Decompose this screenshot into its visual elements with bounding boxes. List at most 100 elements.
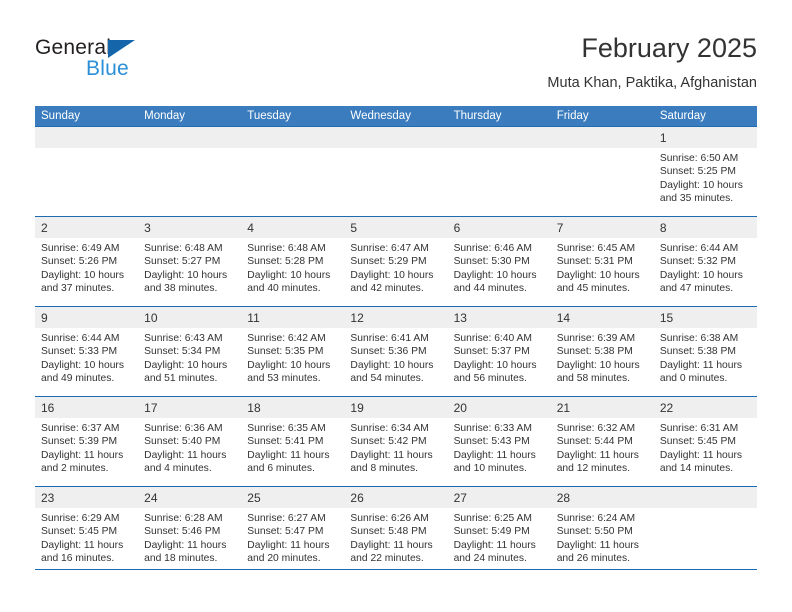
calendar-day-cell[interactable]: 20 Sunrise: 6:33 AM Sunset: 5:43 PM Dayligh… — [447, 396, 551, 487]
daylight-text-line2: and 14 minutes. — [659, 463, 734, 475]
calendar-day-cell[interactable]: 9 Sunrise: 6:44 AM Sunset: 5:33 PM Daylight… — [35, 306, 139, 397]
calendar-day-cell-empty — [653, 486, 757, 576]
day-number: 3 — [138, 217, 242, 238]
calendar-day-cell[interactable]: 12 Sunrise: 6:41 AM Sunset: 5:36 PM Dayligh… — [344, 306, 448, 397]
sunrise-text: Sunrise: 6:36 AM — [144, 423, 223, 434]
sunset-text: Sunset: 5:29 PM — [350, 256, 427, 268]
weekday-header-tuesday: Tuesday — [241, 106, 345, 127]
day-number — [344, 127, 448, 148]
calendar-day-cell[interactable]: 16 Sunrise: 6:37 AM Sunset: 5:39 PM Dayligh… — [35, 396, 139, 487]
sunrise-text: Sunrise: 6:43 AM — [144, 333, 223, 344]
calendar-day-cell[interactable]: 18 Sunrise: 6:35 AM Sunset: 5:41 PM Dayligh… — [241, 396, 345, 487]
day-details: Sunrise: 6:43 AM Sunset: 5:34 PM Daylight:… — [138, 328, 241, 386]
sunset-text: Sunset: 5:49 PM — [453, 526, 530, 538]
calendar-day-cell[interactable]: 7 Sunrise: 6:45 AM Sunset: 5:31 PM Daylight… — [550, 216, 654, 307]
calendar-day-cell[interactable]: 15 Sunrise: 6:38 AM Sunset: 5:38 PM Dayligh… — [653, 306, 757, 397]
calendar-day-cell[interactable]: 6 Sunrise: 6:46 AM Sunset: 5:30 PM Daylight… — [447, 216, 551, 307]
calendar-day-cell[interactable]: 26 Sunrise: 6:26 AM Sunset: 5:48 PM Dayligh… — [344, 486, 448, 576]
sunrise-text: Sunrise: 6:44 AM — [659, 243, 739, 254]
daylight-text-line2: and 51 minutes. — [144, 373, 218, 385]
day-details: Sunrise: 6:33 AM Sunset: 5:43 PM Daylight:… — [448, 418, 551, 476]
calendar-week-row: 9 Sunrise: 6:44 AM Sunset: 5:33 PM Daylight… — [35, 306, 757, 397]
sunrise-text: Sunrise: 6:26 AM — [350, 513, 429, 524]
calendar-day-cell[interactable]: 25 Sunrise: 6:27 AM Sunset: 5:47 PM Dayligh… — [241, 486, 345, 576]
daylight-text-line1: Daylight: 11 hours — [453, 449, 536, 461]
calendar-day-cell-empty — [241, 126, 345, 217]
daylight-text-line1: Daylight: 10 hours — [350, 269, 434, 281]
day-details: Sunrise: 6:28 AM Sunset: 5:46 PM Daylight:… — [138, 508, 241, 566]
sunrise-text: Sunrise: 6:39 AM — [556, 333, 636, 344]
calendar-day-cell[interactable]: 17 Sunrise: 6:36 AM Sunset: 5:40 PM Dayligh… — [138, 396, 242, 487]
day-number: 17 — [138, 397, 242, 418]
daylight-text-line1: Daylight: 11 hours — [556, 539, 639, 551]
calendar-day-cell-empty — [35, 126, 139, 217]
calendar-day-cell[interactable]: 11 Sunrise: 6:42 AM Sunset: 5:35 PM Dayligh… — [241, 306, 345, 397]
sunset-text: Sunset: 5:42 PM — [350, 436, 427, 448]
day-number: 13 — [447, 307, 551, 328]
sunset-text: Sunset: 5:27 PM — [144, 256, 221, 268]
general-blue-logo: General Blue — [35, 36, 235, 88]
day-number: 6 — [447, 217, 551, 238]
calendar-day-cell[interactable]: 19 Sunrise: 6:34 AM Sunset: 5:42 PM Dayligh… — [344, 396, 448, 487]
sunrise-text: Sunrise: 6:32 AM — [556, 423, 636, 434]
calendar-day-cell[interactable]: 28 Sunrise: 6:24 AM Sunset: 5:50 PM Dayligh… — [550, 486, 654, 576]
sunrise-text: Sunrise: 6:33 AM — [453, 423, 532, 434]
sunrise-text: Sunrise: 6:29 AM — [41, 513, 120, 524]
sunrise-text: Sunrise: 6:37 AM — [41, 423, 120, 434]
calendar-day-cell[interactable]: 13 Sunrise: 6:40 AM Sunset: 5:37 PM Dayligh… — [447, 306, 551, 397]
day-details: Sunrise: 6:47 AM Sunset: 5:29 PM Daylight:… — [344, 238, 447, 296]
calendar-day-cell[interactable]: 23 Sunrise: 6:29 AM Sunset: 5:45 PM Dayligh… — [35, 486, 139, 576]
calendar-day-cell[interactable]: 4 Sunrise: 6:48 AM Sunset: 5:28 PM Daylight… — [241, 216, 345, 307]
calendar-day-cell[interactable]: 3 Sunrise: 6:48 AM Sunset: 5:27 PM Daylight… — [138, 216, 242, 307]
calendar-day-cell[interactable]: 2 Sunrise: 6:49 AM Sunset: 5:26 PM Daylight… — [35, 216, 139, 307]
calendar-day-cell[interactable]: 22 Sunrise: 6:31 AM Sunset: 5:45 PM Dayligh… — [653, 396, 757, 487]
calendar-day-cell[interactable]: 8 Sunrise: 6:44 AM Sunset: 5:32 PM Daylight… — [653, 216, 757, 307]
sunrise-text: Sunrise: 6:40 AM — [453, 333, 532, 344]
calendar-day-cell[interactable]: 27 Sunrise: 6:25 AM Sunset: 5:49 PM Dayligh… — [447, 486, 551, 576]
daylight-text-line2: and 6 minutes. — [247, 463, 315, 475]
calendar-day-cell[interactable]: 5 Sunrise: 6:47 AM Sunset: 5:29 PM Daylight… — [344, 216, 448, 307]
calendar-day-cell[interactable]: 21 Sunrise: 6:32 AM Sunset: 5:44 PM Dayligh… — [550, 396, 654, 487]
calendar-page: General Blue February 2025 Muta Khan, Pa… — [0, 0, 792, 612]
page-title: February 2025 — [581, 33, 757, 63]
sunset-text: Sunset: 5:31 PM — [556, 256, 633, 268]
daylight-text-line2: and 53 minutes. — [247, 373, 321, 385]
day-details: Sunrise: 6:36 AM Sunset: 5:40 PM Daylight:… — [138, 418, 241, 476]
day-number — [138, 127, 242, 148]
calendar-day-cell[interactable]: 10 Sunrise: 6:43 AM Sunset: 5:34 PM Dayligh… — [138, 306, 242, 397]
calendar-day-cell[interactable]: 1 Sunrise: 6:50 AM Sunset: 5:25 PM Daylight… — [653, 126, 757, 217]
day-number: 25 — [241, 487, 345, 508]
sunrise-text: Sunrise: 6:42 AM — [247, 333, 326, 344]
calendar-day-cell[interactable]: 24 Sunrise: 6:28 AM Sunset: 5:46 PM Dayligh… — [138, 486, 242, 576]
day-number — [35, 127, 139, 148]
day-number: 11 — [241, 307, 345, 328]
daylight-text-line1: Daylight: 10 hours — [41, 359, 124, 371]
day-details: Sunrise: 6:42 AM Sunset: 5:35 PM Daylight:… — [241, 328, 344, 386]
daylight-text-line1: Daylight: 11 hours — [556, 449, 639, 461]
daylight-text-line2: and 54 minutes. — [350, 373, 424, 385]
day-number: 5 — [344, 217, 448, 238]
day-number: 19 — [344, 397, 448, 418]
daylight-text-line1: Daylight: 10 hours — [453, 359, 537, 371]
day-number: 27 — [447, 487, 551, 508]
daylight-text-line1: Daylight: 11 hours — [144, 539, 227, 551]
daylight-text-line2: and 4 minutes. — [144, 463, 212, 475]
title-block: February 2025 Muta Khan, Paktika, Afghan… — [547, 32, 757, 93]
day-number: 7 — [550, 217, 654, 238]
sunset-text: Sunset: 5:30 PM — [453, 256, 530, 268]
daylight-text-line1: Daylight: 11 hours — [659, 449, 743, 461]
daylight-text-line2: and 56 minutes. — [453, 373, 527, 385]
sunrise-text: Sunrise: 6:44 AM — [41, 333, 120, 344]
day-number: 10 — [138, 307, 242, 328]
daylight-text-line2: and 26 minutes. — [556, 553, 630, 565]
day-number — [447, 127, 551, 148]
day-number: 28 — [550, 487, 654, 508]
calendar-body: 1 Sunrise: 6:50 AM Sunset: 5:25 PM Daylight… — [35, 126, 757, 576]
day-details: Sunrise: 6:32 AM Sunset: 5:44 PM Daylight:… — [551, 418, 654, 476]
weekday-header-wednesday: Wednesday — [344, 106, 448, 127]
daylight-text-line1: Daylight: 10 hours — [247, 269, 331, 281]
daylight-text-line2: and 44 minutes. — [453, 283, 527, 295]
daylight-text-line1: Daylight: 11 hours — [350, 539, 433, 551]
calendar-day-cell[interactable]: 14 Sunrise: 6:39 AM Sunset: 5:38 PM Dayligh… — [550, 306, 654, 397]
calendar-week-row: 2 Sunrise: 6:49 AM Sunset: 5:26 PM Daylight… — [35, 216, 757, 307]
